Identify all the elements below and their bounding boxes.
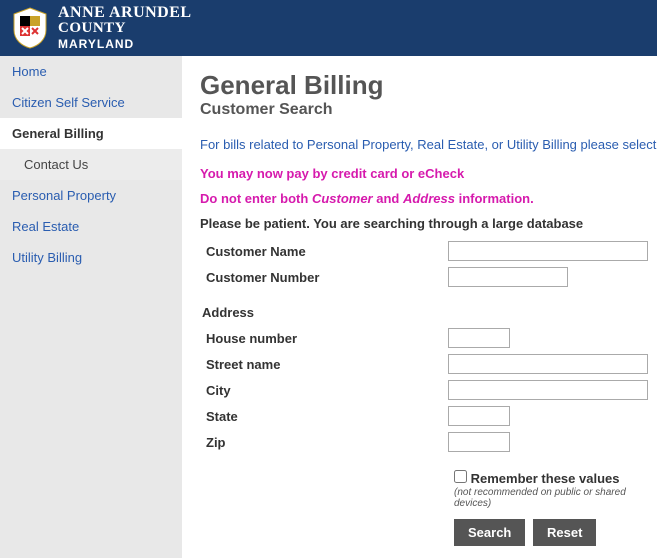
header-text: ANNE ARUNDEL COUNTY MARYLAND: [58, 5, 192, 52]
label-customer-number: Customer Number: [200, 270, 448, 285]
label-customer-name: Customer Name: [200, 244, 448, 259]
sidebar-item-utility-billing[interactable]: Utility Billing: [0, 242, 182, 273]
sidebar: Home Citizen Self Service General Billin…: [0, 56, 182, 558]
sidebar-item-home[interactable]: Home: [0, 56, 182, 87]
info-line: For bills related to Personal Property, …: [200, 137, 657, 152]
input-customer-name[interactable]: [448, 241, 648, 261]
sidebar-item-citizen-self-service[interactable]: Citizen Self Service: [0, 87, 182, 118]
sidebar-item-personal-property[interactable]: Personal Property: [0, 180, 182, 211]
sidebar-item-real-estate[interactable]: Real Estate: [0, 211, 182, 242]
warn-entry-rule: Do not enter both Customer and Address i…: [200, 191, 657, 206]
input-zip[interactable]: [448, 432, 510, 452]
sidebar-item-general-billing[interactable]: General Billing: [0, 118, 182, 149]
label-city: City: [200, 383, 448, 398]
input-house-number[interactable]: [448, 328, 510, 348]
input-customer-number[interactable]: [448, 267, 568, 287]
page-subtitle: Customer Search: [200, 101, 657, 119]
input-city[interactable]: [448, 380, 648, 400]
warn2-e: information.: [455, 191, 534, 206]
header-line3: MARYLAND: [58, 37, 192, 51]
warn-pay-methods: You may now pay by credit card or eCheck: [200, 166, 657, 181]
page-title: General Billing: [200, 70, 657, 101]
label-zip: Zip: [200, 435, 448, 450]
label-house-number: House number: [200, 331, 448, 346]
label-state: State: [200, 409, 448, 424]
warn2-b: Customer: [312, 191, 373, 206]
label-street-name: Street name: [200, 357, 448, 372]
input-state[interactable]: [448, 406, 510, 426]
header-line2: COUNTY: [58, 21, 192, 37]
county-seal-icon: [10, 6, 50, 50]
sidebar-item-contact-us[interactable]: Contact Us: [0, 149, 182, 180]
warn2-d: Address: [403, 191, 455, 206]
patience-note: Please be patient. You are searching thr…: [200, 216, 657, 231]
header-line1: ANNE ARUNDEL: [58, 5, 192, 22]
label-remember[interactable]: Remember these values: [471, 471, 620, 486]
search-button[interactable]: Search: [454, 519, 525, 546]
warn2-c: and: [373, 191, 403, 206]
app-header: ANNE ARUNDEL COUNTY MARYLAND: [0, 0, 657, 56]
checkbox-remember[interactable]: [454, 470, 467, 483]
input-street-name[interactable]: [448, 354, 648, 374]
main-content: General Billing Customer Search For bill…: [182, 56, 657, 558]
remember-hint: (not recommended on public or shared dev…: [454, 487, 657, 509]
address-header: Address: [202, 305, 657, 320]
reset-button[interactable]: Reset: [533, 519, 596, 546]
warn2-a: Do not enter both: [200, 191, 312, 206]
